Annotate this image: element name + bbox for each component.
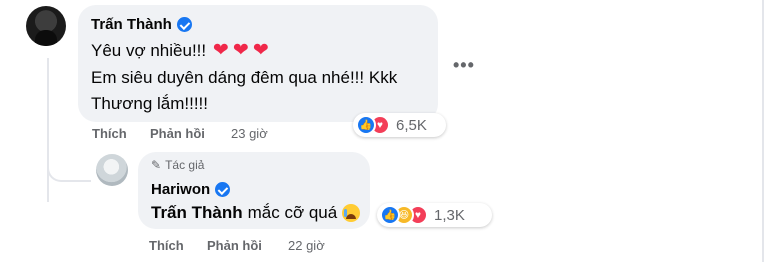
- verified-badge-icon: [215, 182, 231, 197]
- reply-text: Trấn Thành mắc cỡ quá: [151, 203, 361, 223]
- avatar-tran-thanh[interactable]: [26, 6, 66, 46]
- author-tag-label: Tác giả: [165, 158, 205, 172]
- thread-line: [47, 58, 49, 202]
- heart-icon: ❤: [232, 40, 249, 61]
- comment-text-1: Yêu vợ nhiều!!!: [91, 41, 207, 60]
- author-tag: ✎ Tác giả: [151, 158, 204, 172]
- comment-bubble: Trấn Thành Yêu vợ nhiều!!! ❤ ❤ ❤ Em siêu d…: [78, 5, 438, 122]
- comment-line-2: Em siêu duyên dáng đêm qua nhé!!! Kkk: [91, 68, 398, 87]
- like-icon: 👍: [356, 115, 376, 135]
- reaction-count: 6,5K: [396, 116, 427, 134]
- heart-icon: ❤: [252, 40, 269, 61]
- reply-reaction-summary[interactable]: 👍 😆 ♥ 1,3K: [377, 203, 492, 227]
- crying-emoji-icon: [342, 204, 361, 222]
- avatar-hariwon[interactable]: [96, 154, 128, 186]
- reply-author[interactable]: Hariwon: [151, 181, 231, 198]
- pencil-icon: ✎: [151, 158, 162, 172]
- mention-link[interactable]: Trấn Thành: [151, 203, 243, 223]
- comment-line-1: Yêu vợ nhiều!!! ❤ ❤ ❤: [91, 41, 271, 61]
- comment-line-3: Thương lắm!!!!!: [91, 94, 209, 113]
- timestamp[interactable]: 23 giờ: [231, 126, 268, 141]
- reply-message: mắc cỡ quá: [247, 203, 338, 222]
- verified-badge-icon: [176, 17, 192, 32]
- reply-reaction-count: 1,3K: [434, 206, 465, 224]
- thread-connector: [47, 150, 91, 182]
- reaction-summary[interactable]: 👍 ♥ 6,5K: [353, 113, 446, 137]
- heart-icon: ❤: [212, 40, 229, 61]
- more-options-icon[interactable]: •••: [453, 55, 475, 76]
- reply-timestamp[interactable]: 22 giờ: [288, 238, 325, 253]
- reply-like-button[interactable]: Thích: [149, 238, 184, 253]
- reply-reply-button[interactable]: Phản hồi: [207, 238, 262, 253]
- reply-button[interactable]: Phản hồi: [150, 126, 205, 141]
- author-name[interactable]: Trấn Thành: [91, 16, 172, 33]
- reply-bubble: ✎ Tác giả Hariwon Trấn Thành mắc cỡ quá: [138, 152, 370, 229]
- comment-author[interactable]: Trấn Thành: [91, 16, 192, 33]
- like-button[interactable]: Thích: [92, 126, 127, 141]
- reply-author-name[interactable]: Hariwon: [151, 181, 210, 198]
- like-icon: 👍: [380, 205, 400, 225]
